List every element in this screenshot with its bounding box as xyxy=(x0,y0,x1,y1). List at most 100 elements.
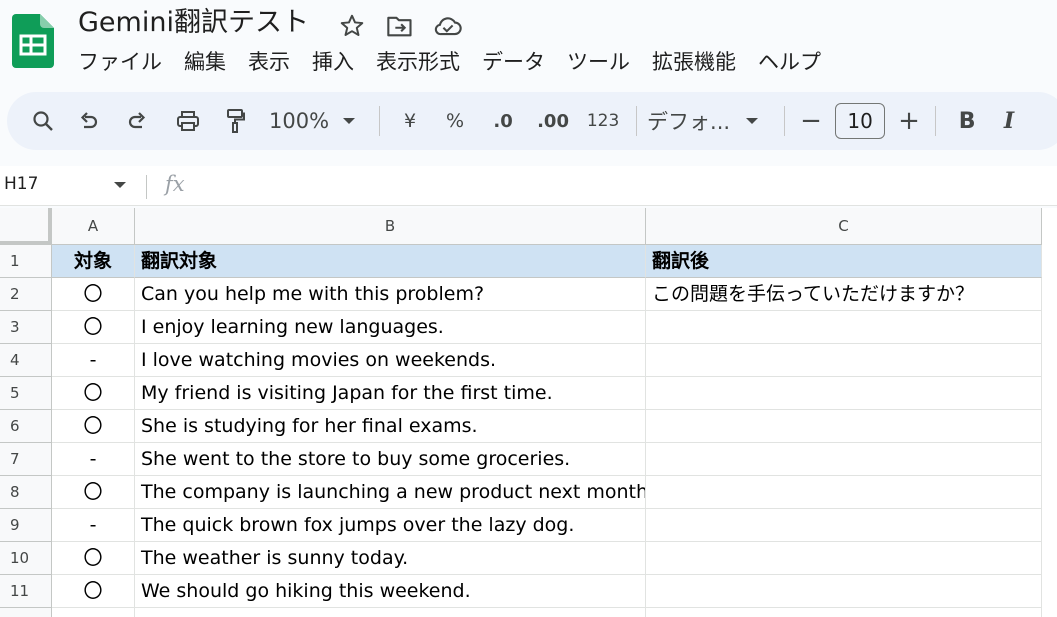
row-header[interactable]: 4 xyxy=(0,344,52,377)
cell[interactable]: Can you help me with this problem? xyxy=(135,278,646,311)
font-family-select[interactable]: デフォ... xyxy=(647,106,730,136)
row-header[interactable]: 6 xyxy=(0,410,52,443)
cell[interactable]: I enjoy learning new languages. xyxy=(135,311,646,344)
cloud-saved-icon[interactable] xyxy=(432,10,464,42)
table-row: 11 〇 We should go hiking this weekend. xyxy=(0,575,1057,608)
column-header-a[interactable]: A xyxy=(52,208,135,245)
paint-format-icon[interactable] xyxy=(213,101,259,141)
more-formats-button[interactable]: 123 xyxy=(580,101,626,141)
chevron-down-icon[interactable] xyxy=(113,180,127,190)
cell[interactable]: 〇 xyxy=(52,476,135,509)
menu-edit[interactable]: 編集 xyxy=(184,46,226,78)
google-sheets-logo[interactable] xyxy=(12,14,54,68)
increase-decimal-button[interactable]: .00 xyxy=(526,101,580,141)
print-icon[interactable] xyxy=(163,101,213,141)
cell[interactable] xyxy=(646,344,1042,377)
toolbar-divider xyxy=(636,106,638,136)
toolbar: 100% ¥ % .0 .00 123 デフォ... − 10 + B I xyxy=(7,92,1057,150)
menu-extensions[interactable]: 拡張機能 xyxy=(652,46,736,78)
cell[interactable]: 対象 xyxy=(52,245,135,278)
row-header[interactable]: 3 xyxy=(0,311,52,344)
menu-view[interactable]: 表示 xyxy=(248,46,290,78)
cell[interactable]: 〇 xyxy=(52,410,135,443)
currency-format-button[interactable]: ¥ xyxy=(390,101,430,141)
cell[interactable]: 〇 xyxy=(52,311,135,344)
cell[interactable]: I love watching movies on weekends. xyxy=(135,344,646,377)
cell[interactable] xyxy=(646,311,1042,344)
star-icon[interactable] xyxy=(336,10,368,42)
column-header-c[interactable]: C xyxy=(646,208,1042,245)
cell[interactable]: この問題を手伝っていただけますか？ xyxy=(646,278,1042,311)
menu-help[interactable]: ヘルプ xyxy=(758,46,821,78)
document-title[interactable]: Gemini翻訳テスト xyxy=(78,4,309,42)
row-header[interactable]: 11 xyxy=(0,575,52,608)
menu-format[interactable]: 表示形式 xyxy=(376,46,460,78)
redo-icon[interactable] xyxy=(113,101,163,141)
formula-bar: H17 fx xyxy=(0,166,1057,206)
fx-icon: fx xyxy=(165,172,185,196)
font-size-input[interactable]: 10 xyxy=(835,103,886,139)
undo-icon[interactable] xyxy=(63,101,113,141)
row-header[interactable]: 7 xyxy=(0,443,52,476)
cell[interactable]: The quick brown fox jumps over the lazy … xyxy=(135,509,646,542)
search-icon[interactable] xyxy=(23,101,63,141)
row-header[interactable]: 9 xyxy=(0,509,52,542)
cell[interactable]: The weather is sunny today. xyxy=(135,542,646,575)
menu-file[interactable]: ファイル xyxy=(78,46,162,78)
increase-decimal-label: .00 xyxy=(537,110,569,132)
row-header[interactable]: 8 xyxy=(0,476,52,509)
cell[interactable] xyxy=(646,410,1042,443)
cell[interactable] xyxy=(646,476,1042,509)
table-row: 6 〇 She is studying for her final exams. xyxy=(0,410,1057,443)
cell[interactable]: She is studying for her final exams. xyxy=(135,410,646,443)
cell[interactable]: 翻訳後 xyxy=(646,245,1042,278)
decrease-decimal-button[interactable]: .0 xyxy=(480,101,526,141)
row-header[interactable]: 1 xyxy=(0,245,52,278)
cell[interactable] xyxy=(646,575,1042,608)
name-box[interactable]: H17 xyxy=(4,174,38,194)
cell[interactable]: - xyxy=(52,509,135,542)
cell[interactable]: 〇 xyxy=(52,278,135,311)
zoom-select[interactable]: 100% xyxy=(269,109,329,133)
table-row: 10 〇 The weather is sunny today. xyxy=(0,542,1057,575)
menu-insert[interactable]: 挿入 xyxy=(312,46,354,78)
cell[interactable] xyxy=(646,509,1042,542)
cell[interactable] xyxy=(646,542,1042,575)
cell[interactable] xyxy=(646,443,1042,476)
cell[interactable] xyxy=(135,608,646,617)
italic-button[interactable]: I xyxy=(988,101,1030,141)
cell[interactable]: 〇 xyxy=(52,575,135,608)
cell[interactable]: 翻訳対象 xyxy=(135,245,646,278)
row-header[interactable] xyxy=(0,608,52,617)
chevron-down-icon[interactable] xyxy=(329,101,369,141)
cell[interactable] xyxy=(646,608,1042,617)
table-row: 8 〇 The company is launching a new produ… xyxy=(0,476,1057,509)
column-header-b[interactable]: B xyxy=(135,208,646,245)
row-header[interactable]: 5 xyxy=(0,377,52,410)
increase-font-size-button[interactable]: + xyxy=(893,101,925,141)
cell[interactable]: - xyxy=(52,443,135,476)
row-header[interactable]: 2 xyxy=(0,278,52,311)
cell[interactable]: 〇 xyxy=(52,542,135,575)
chevron-down-icon[interactable] xyxy=(730,101,774,141)
table-row: 4 - I love watching movies on weekends. xyxy=(0,344,1057,377)
menu-tools[interactable]: ツール xyxy=(567,46,630,78)
menu-data[interactable]: データ xyxy=(482,46,545,78)
cell[interactable]: She went to the store to buy some grocer… xyxy=(135,443,646,476)
cell[interactable] xyxy=(646,377,1042,410)
cell[interactable]: - xyxy=(52,344,135,377)
cell[interactable] xyxy=(52,608,135,617)
toolbar-divider xyxy=(784,106,786,136)
bold-button[interactable]: B xyxy=(946,101,988,141)
cell[interactable]: We should go hiking this weekend. xyxy=(135,575,646,608)
formula-bar-divider xyxy=(146,175,147,199)
row-header[interactable]: 10 xyxy=(0,542,52,575)
cell[interactable]: 〇 xyxy=(52,377,135,410)
cell[interactable]: My friend is visiting Japan for the firs… xyxy=(135,377,646,410)
table-row xyxy=(0,608,1057,617)
decrease-font-size-button[interactable]: − xyxy=(795,101,827,141)
cell[interactable]: The company is launching a new product n… xyxy=(135,476,646,509)
select-all-corner[interactable] xyxy=(0,208,52,245)
move-to-folder-icon[interactable] xyxy=(384,10,416,42)
percent-format-button[interactable]: % xyxy=(430,101,480,141)
